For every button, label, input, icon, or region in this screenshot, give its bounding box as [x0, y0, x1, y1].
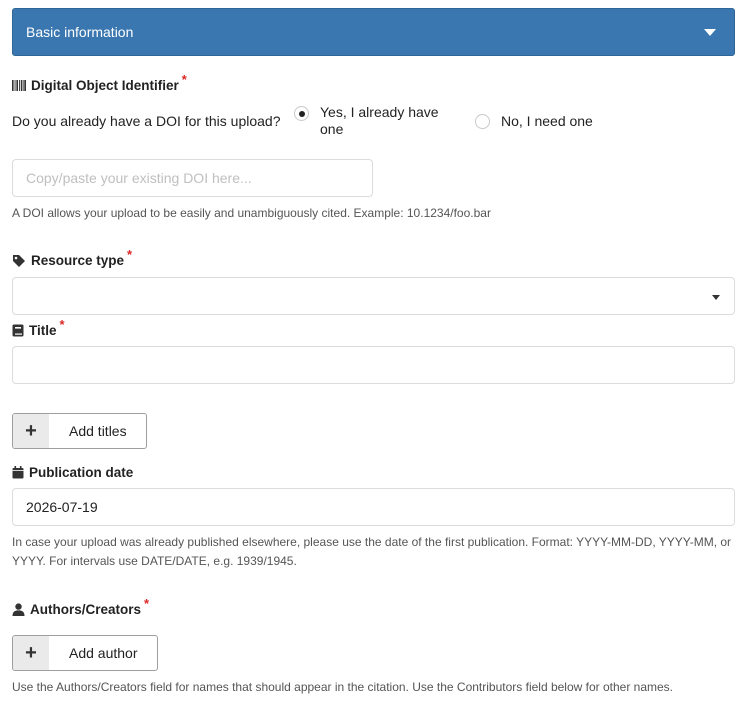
plus-icon: + [13, 636, 49, 670]
doi-help-text: A DOI allows your upload to be easily an… [12, 206, 491, 220]
book-icon [12, 324, 24, 337]
tag-icon [12, 254, 26, 268]
basic-information-accordion-header[interactable]: Basic information [12, 8, 735, 56]
required-mark: * [127, 247, 133, 262]
add-titles-button[interactable]: + Add titles [12, 413, 147, 449]
authors-label: Authors/Creators * [12, 596, 149, 617]
add-titles-label: Add titles [69, 423, 127, 439]
resource-type-label-text: Resource type [31, 253, 125, 268]
required-mark: * [181, 72, 187, 87]
publication-date-label: Publication date [12, 465, 133, 480]
radio-no-label: No, I need one [501, 113, 593, 129]
user-icon [12, 603, 25, 616]
chevron-down-icon[interactable] [704, 28, 716, 36]
doi-option-yes[interactable]: Yes, I already have one [294, 104, 455, 138]
radio-no[interactable] [475, 114, 490, 129]
doi-label-text: Digital Object Identifier [31, 78, 179, 93]
doi-question: Do you already have a DOI for this uploa… [12, 113, 281, 129]
authors-label-text: Authors/Creators [30, 602, 142, 617]
publication-date-help-text: In case your upload was already publishe… [12, 535, 732, 568]
add-author-label: Add author [69, 645, 138, 661]
radio-yes[interactable] [294, 106, 309, 121]
resource-type-select[interactable] [12, 277, 735, 315]
publication-date-label-text: Publication date [29, 465, 134, 480]
calendar-icon [12, 466, 24, 479]
resource-type-label: Resource type * [12, 247, 132, 268]
section-title: Basic information [26, 24, 134, 40]
publication-date-input[interactable] [12, 488, 735, 526]
required-mark: * [144, 596, 150, 611]
title-label-text: Title [29, 323, 57, 338]
required-mark: * [59, 317, 65, 332]
doi-option-no[interactable]: No, I need one [475, 113, 593, 130]
authors-help-text: Use the Authors/Creators field for names… [12, 680, 674, 694]
add-author-button[interactable]: + Add author [12, 635, 158, 671]
doi-label: Digital Object Identifier * [12, 72, 187, 93]
doi-input[interactable] [12, 159, 373, 197]
barcode-icon [12, 80, 26, 91]
plus-icon: + [13, 414, 49, 448]
radio-yes-label: Yes, I already have one [320, 104, 439, 137]
title-label: Title * [12, 317, 65, 338]
title-input[interactable] [12, 346, 735, 384]
dropdown-caret-icon[interactable] [712, 295, 720, 300]
